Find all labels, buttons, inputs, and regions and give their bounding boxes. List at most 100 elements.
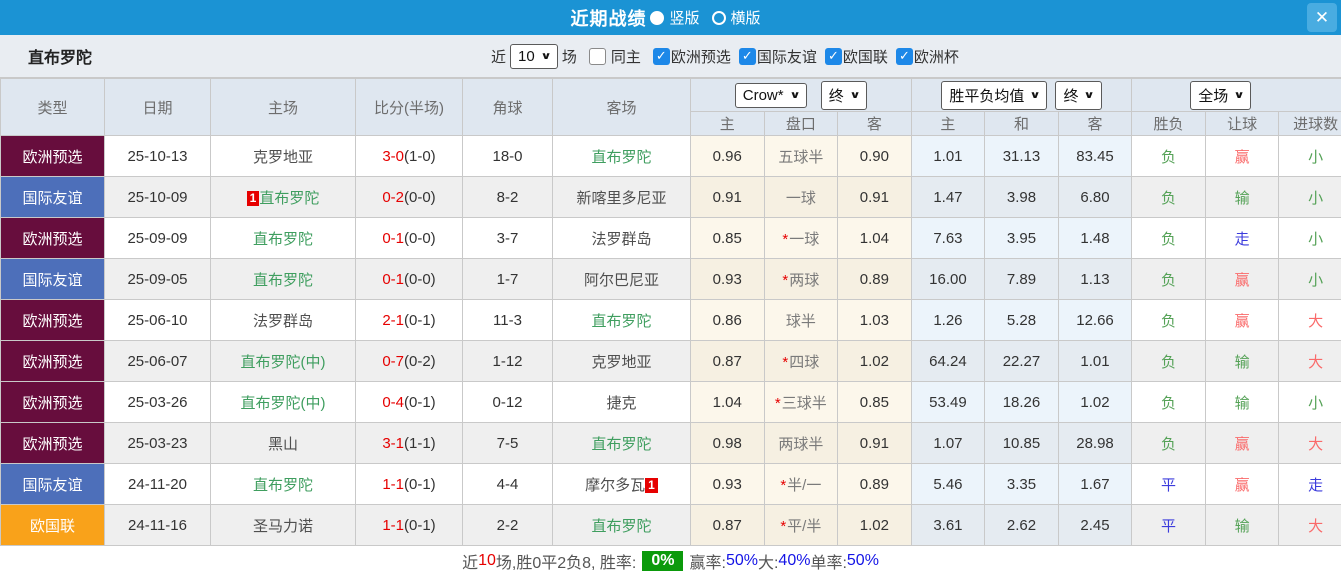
cell-goals: 小 bbox=[1278, 381, 1341, 423]
close-icon: ✕ bbox=[1314, 7, 1330, 27]
team-name: 直布罗陀(中) bbox=[240, 353, 326, 371]
cell-handicap-result: 赢 bbox=[1204, 299, 1280, 341]
cell-goals: 大 bbox=[1278, 422, 1341, 464]
cell-away-team: 新喀里多尼亚 bbox=[552, 176, 691, 218]
cell-avg-home: 7.63 bbox=[910, 217, 986, 259]
cell-result: 负 bbox=[1131, 176, 1206, 218]
cell-avg-draw: 22.27 bbox=[984, 340, 1059, 382]
cell-away-team: 摩尔多瓦 1 bbox=[552, 463, 691, 505]
table-row: 欧洲预选 25-03-23 黑山 3-1(1-1) 7-5 直布罗陀 0.98 两球半 0.91… bbox=[0, 422, 1341, 464]
cell-result: 负 bbox=[1131, 217, 1206, 259]
cell-corner: 0-12 bbox=[462, 381, 553, 423]
same-host-checkbox[interactable] bbox=[588, 47, 606, 65]
team-name: 克罗地亚 bbox=[252, 148, 313, 166]
radio-horizontal-icon[interactable] bbox=[711, 10, 726, 25]
matches-label: 场 bbox=[561, 48, 577, 66]
cell-odds-home: 1.04 bbox=[690, 381, 765, 423]
cell-score: 0-1(0-0) bbox=[355, 258, 463, 300]
radio-vertical-icon[interactable] bbox=[650, 10, 665, 25]
score-halftime: (1-1) bbox=[404, 434, 436, 452]
avg-time-select[interactable]: 终 ∨ bbox=[1055, 80, 1102, 110]
odds-time-select[interactable]: 终 ∨ bbox=[820, 80, 867, 110]
radio-horizontal-label[interactable]: 横版 bbox=[731, 7, 761, 28]
cell-handicap: *三球半 bbox=[763, 381, 839, 423]
cell-odds-away: 0.91 bbox=[837, 176, 912, 218]
cell-handicap: 一球 bbox=[763, 176, 839, 218]
col-header-avg-away: 客 bbox=[1057, 111, 1133, 136]
matches-count-value: 10 bbox=[518, 47, 535, 65]
handicap-text: 球半 bbox=[785, 312, 816, 330]
cell-handicap-result: 赢 bbox=[1204, 422, 1280, 464]
team-name: 直布罗陀 bbox=[252, 230, 313, 248]
cell-handicap: *两球 bbox=[763, 258, 839, 300]
close-button[interactable]: ✕ bbox=[1307, 3, 1337, 32]
team-name: 法罗群岛 bbox=[252, 312, 313, 330]
col-header-avg-draw: 和 bbox=[984, 111, 1059, 136]
col-header-home: 主场 bbox=[210, 78, 356, 136]
summary-segment-red: 10 bbox=[478, 552, 496, 569]
col-header-avg-home: 主 bbox=[910, 111, 986, 136]
cell-odds-away: 0.90 bbox=[837, 135, 912, 177]
league-checkbox[interactable]: ✓ bbox=[738, 47, 756, 65]
cell-home-team: 法罗群岛 bbox=[210, 299, 356, 341]
summary-segment-plain: 近 bbox=[462, 555, 479, 572]
team-name: 直布罗陀 bbox=[252, 476, 313, 494]
odds-company-select[interactable]: Crow* ∨ bbox=[734, 82, 807, 108]
star-icon: * bbox=[780, 476, 787, 494]
cell-result: 负 bbox=[1131, 381, 1206, 423]
cell-odds-home: 0.87 bbox=[690, 504, 765, 546]
cell-away-team: 直布罗陀 bbox=[552, 504, 691, 546]
scope-select[interactable]: 全场 ∨ bbox=[1190, 80, 1252, 110]
cell-avg-draw: 3.35 bbox=[984, 463, 1059, 505]
cell-avg-draw: 2.62 bbox=[984, 504, 1059, 546]
score-halftime: (0-2) bbox=[404, 352, 436, 370]
same-host-label[interactable]: 同主 bbox=[611, 46, 641, 67]
cell-goals: 走 bbox=[1278, 463, 1341, 505]
cell-type: 欧洲预选 bbox=[0, 217, 105, 259]
handicap-text: 一球 bbox=[789, 230, 820, 248]
star-icon: * bbox=[782, 353, 789, 371]
cell-type: 欧洲预选 bbox=[0, 381, 105, 423]
dialog-title: 近期战绩 bbox=[570, 8, 647, 29]
cell-result: 负 bbox=[1131, 135, 1206, 177]
star-icon: * bbox=[780, 517, 787, 535]
cell-date: 25-03-26 bbox=[104, 381, 211, 423]
cell-avg-home: 53.49 bbox=[910, 381, 986, 423]
radio-vertical-label[interactable]: 竖版 bbox=[669, 7, 699, 28]
matches-count-select[interactable]: 10 ∨ bbox=[510, 43, 558, 69]
cell-away-team: 克罗地亚 bbox=[552, 340, 691, 382]
league-checkbox[interactable]: ✓ bbox=[824, 47, 842, 65]
cell-date: 24-11-16 bbox=[104, 504, 211, 546]
cell-score: 0-1(0-0) bbox=[355, 217, 463, 259]
cell-avg-away: 1.13 bbox=[1057, 258, 1133, 300]
cell-score: 0-2(0-0) bbox=[355, 176, 463, 218]
cell-avg-away: 28.98 bbox=[1057, 422, 1133, 464]
cell-score: 3-1(1-1) bbox=[355, 422, 463, 464]
score-fulltime: 0-2 bbox=[382, 188, 404, 206]
chevron-down-icon: ∨ bbox=[540, 50, 552, 62]
league-checkbox-label[interactable]: 国际友谊 bbox=[757, 46, 817, 67]
league-checkbox-label[interactable]: 欧洲预选 bbox=[671, 46, 731, 67]
col-header-score: 比分(半场) bbox=[355, 78, 463, 136]
score-halftime: (0-0) bbox=[404, 188, 436, 206]
cell-home-team: 直布罗陀 bbox=[210, 258, 356, 300]
score-halftime: (0-1) bbox=[404, 516, 436, 534]
filter-controls: 近 10 ∨ 场 同主 ✓ 欧洲预选 ✓ 国际友谊 ✓ 欧国联 ✓ 欧洲杯 bbox=[487, 43, 959, 69]
score-fulltime: 1-1 bbox=[382, 475, 404, 493]
cell-home-team: 克罗地亚 bbox=[210, 135, 356, 177]
cell-handicap: *一球 bbox=[763, 217, 839, 259]
league-checkbox[interactable]: ✓ bbox=[652, 47, 670, 65]
league-checkbox-label[interactable]: 欧国联 bbox=[843, 46, 888, 67]
odds-company-value: Crow* bbox=[742, 86, 784, 104]
cell-date: 25-09-05 bbox=[104, 258, 211, 300]
score-fulltime: 0-1 bbox=[382, 229, 404, 247]
league-checkbox[interactable]: ✓ bbox=[895, 47, 913, 65]
cell-result: 平 bbox=[1131, 463, 1206, 505]
cell-avg-home: 1.26 bbox=[910, 299, 986, 341]
cell-date: 25-09-09 bbox=[104, 217, 211, 259]
league-checkbox-label[interactable]: 欧洲杯 bbox=[914, 46, 959, 67]
star-icon: * bbox=[782, 230, 789, 248]
cell-home-team: 1 直布罗陀 bbox=[210, 176, 356, 218]
cell-odds-home: 0.98 bbox=[690, 422, 765, 464]
avg-type-select[interactable]: 胜平负均值 ∨ bbox=[941, 80, 1048, 110]
